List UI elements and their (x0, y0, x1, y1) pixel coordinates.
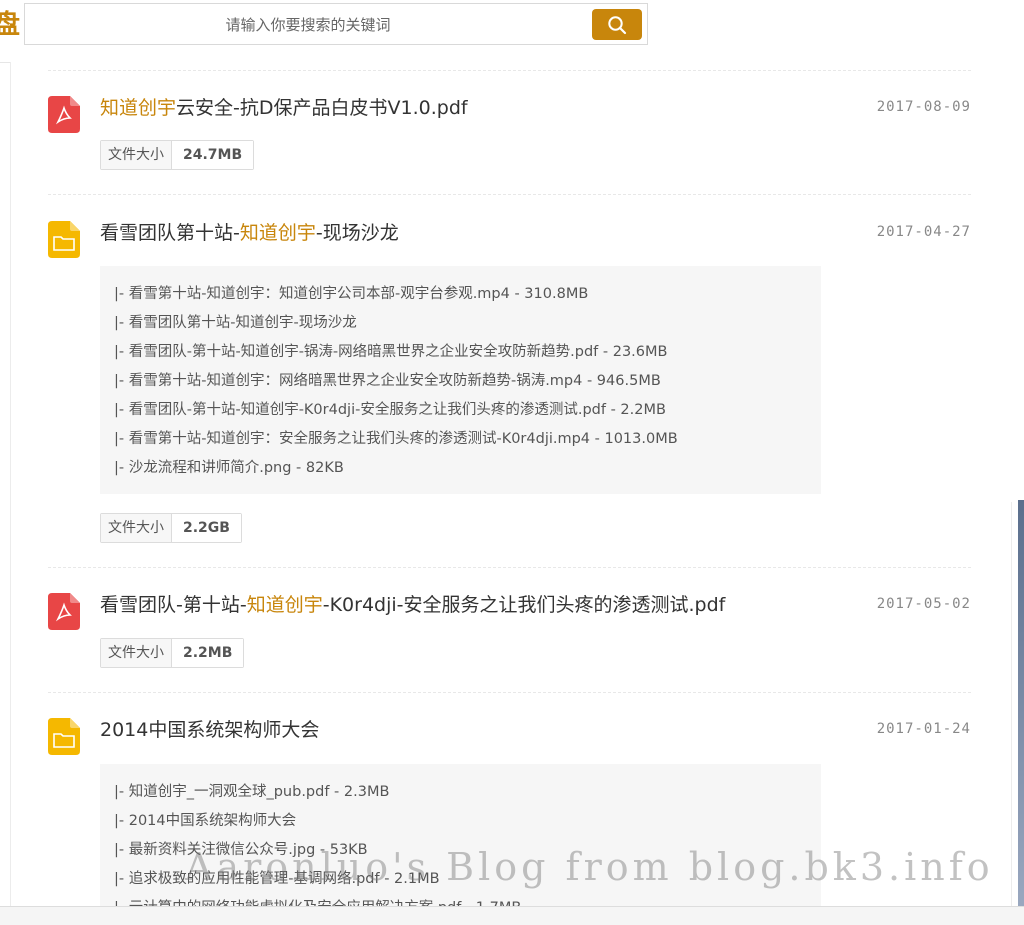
title-text: 2014中国系统架构师大会 (100, 719, 320, 741)
file-size-value: 2.2MB (172, 639, 244, 667)
search-input[interactable] (26, 5, 590, 45)
file-size-label: 文件大小 (101, 514, 172, 542)
desktop-background (1018, 500, 1024, 910)
result-date: 2017-05-02 (876, 596, 971, 612)
pdf-icon (48, 96, 80, 133)
header: 盘 (0, 0, 1024, 63)
result-date: 2017-08-09 (876, 99, 971, 115)
file-list-entry: |- 最新资料关注微信公众号.jpg - 53KB (114, 842, 368, 858)
title-highlight: 知道创宇 (100, 97, 177, 119)
title-text: 看雪团队-第十站- (100, 594, 247, 616)
file-size-label: 文件大小 (101, 639, 172, 667)
result-date: 2017-01-24 (876, 721, 971, 737)
folder-icon (48, 718, 80, 755)
file-list-entry: |- 2014中国系统架构师大会 (114, 813, 297, 829)
bottom-bar (0, 906, 1024, 925)
result-title-link[interactable]: 看雪团队第十站-知道创宇-现场沙龙 (100, 221, 399, 245)
title-highlight: 知道创宇 (239, 222, 316, 244)
folder-file-list: |- 看雪第十站-知道创宇：知道创宇公司本部-观宇台参观.mp4 - 310.8… (100, 266, 821, 494)
file-list-entry: |- 沙龙流程和讲师简介.png - 82KB (114, 460, 344, 476)
title-text: -K0r4dji-安全服务之让我们头疼的渗透测试.pdf (322, 594, 726, 616)
result-title-link[interactable]: 看雪团队-第十站-知道创宇-K0r4dji-安全服务之让我们头疼的渗透测试.pd… (100, 593, 725, 617)
file-size-value: 2.2GB (172, 514, 241, 542)
scrollbar[interactable] (1010, 62, 1024, 502)
title-text: 看雪团队第十站- (100, 222, 240, 244)
file-list-entry: |- 看雪第十站-知道创宇：网络暗黑世界之企业安全攻防新趋势-锅涛.mp4 - … (114, 373, 661, 389)
title-text: -现场沙龙 (315, 222, 399, 244)
folder-icon (48, 221, 80, 258)
search-icon (608, 15, 627, 34)
file-list-entry: |- 看雪团队-第十站-知道创宇-锅涛-网络暗黑世界之企业安全攻防新趋势.pdf… (114, 344, 668, 360)
result-item: 看雪团队第十站-知道创宇-现场沙龙 2017-04-27 |- 看雪第十站-知道… (48, 221, 971, 551)
result-item: 2014中国系统架构师大会 2017-01-24 |- 知道创宇_一洞观全球_p… (48, 718, 971, 906)
file-size-value: 24.7MB (172, 141, 254, 169)
result-date: 2017-04-27 (876, 224, 971, 240)
file-size-tag: 文件大小 24.7MB (100, 140, 255, 170)
file-size-tag: 文件大小 2.2GB (100, 513, 242, 543)
file-list-entry: |- 看雪第十站-知道创宇：知道创宇公司本部-观宇台参观.mp4 - 310.8… (114, 286, 589, 302)
folder-file-list: |- 知道创宇_一洞观全球_pub.pdf - 2.3MB |- 2014中国系… (100, 764, 821, 906)
title-text: 云安全-抗D保产品白皮书V1.0.pdf (176, 97, 468, 119)
result-item: 知道创宇云安全-抗D保产品白皮书V1.0.pdf 2017-08-09 文件大小… (48, 96, 971, 176)
divider (48, 567, 971, 568)
search-button[interactable] (592, 9, 642, 40)
title-highlight: 知道创宇 (246, 594, 323, 616)
file-size-tag: 文件大小 2.2MB (100, 638, 245, 668)
divider (48, 70, 971, 71)
file-list-entry: |- 看雪团队第十站-知道创宇-现场沙龙 (114, 315, 357, 331)
file-size-label: 文件大小 (101, 141, 172, 169)
file-list-entry: |- 云计算中的网络功能虚拟化及安全应用解决方案.pdf - 1.7MB (114, 894, 807, 906)
file-list-entry: |- 看雪团队-第十站-知道创宇-K0r4dji-安全服务之让我们头疼的渗透测试… (114, 402, 666, 418)
file-list-entry: |- 看雪第十站-知道创宇：安全服务之让我们头疼的渗透测试-K0r4dji.mp… (114, 431, 678, 447)
divider (48, 194, 971, 195)
result-item: 看雪团队-第十站-知道创宇-K0r4dji-安全服务之让我们头疼的渗透测试.pd… (48, 593, 971, 673)
site-logo[interactable]: 盘 (0, 10, 20, 40)
result-title-link[interactable]: 2014中国系统架构师大会 (100, 718, 319, 742)
pdf-icon (48, 593, 80, 630)
divider (48, 692, 971, 693)
file-list-entry: |- 知道创宇_一洞观全球_pub.pdf - 2.3MB (114, 784, 390, 800)
search-bar (24, 3, 648, 45)
result-title-link[interactable]: 知道创宇云安全-抗D保产品白皮书V1.0.pdf (100, 96, 468, 120)
file-list-entry: |- 追求极致的应用性能管理-基调网络.pdf - 2.1MB (114, 871, 440, 887)
